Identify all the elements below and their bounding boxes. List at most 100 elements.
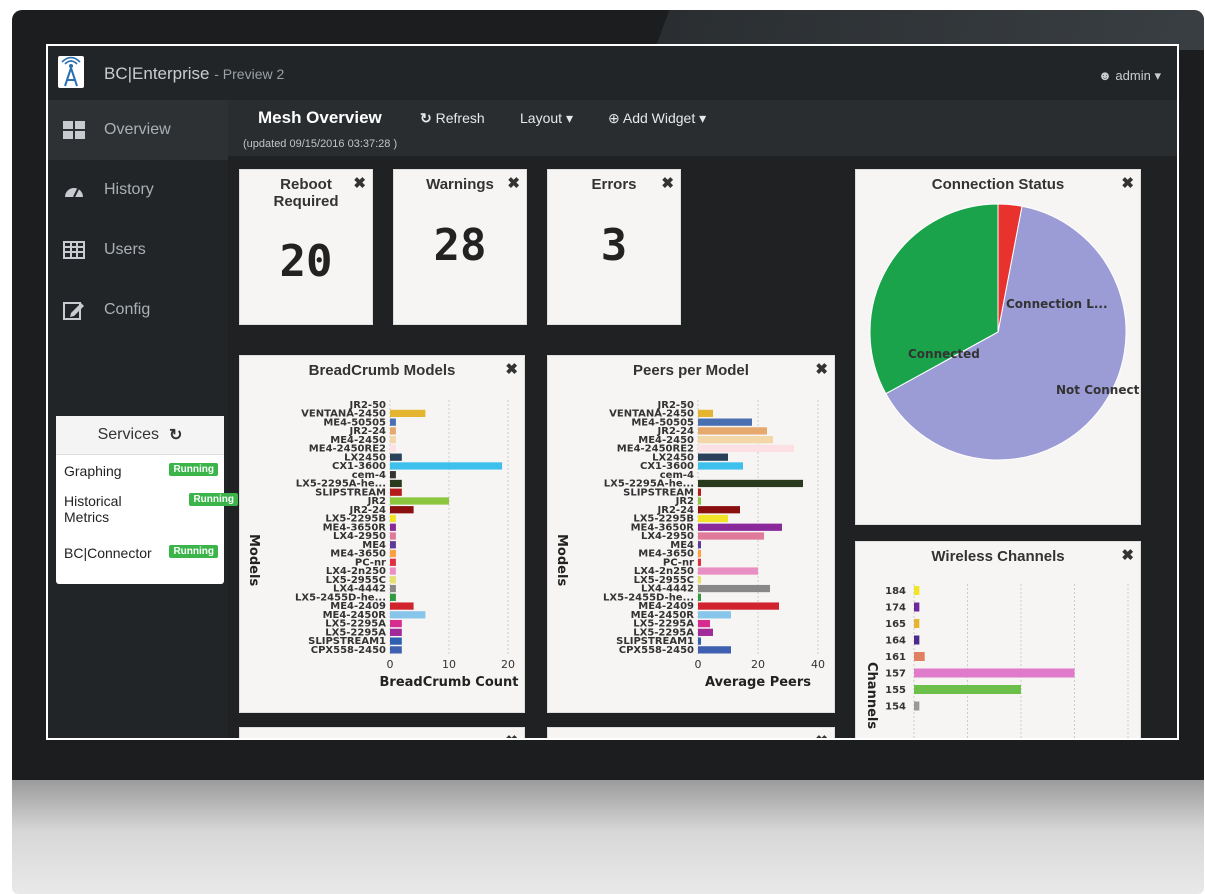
- add-widget-dropdown[interactable]: ⊕ Add Widget ▾: [608, 110, 706, 127]
- status-badge: Running: [169, 463, 218, 476]
- tick-label: 0: [387, 658, 394, 671]
- refresh-icon[interactable]: ↻: [169, 425, 182, 445]
- category-label: 157: [885, 669, 906, 680]
- close-icon[interactable]: ✖: [815, 732, 828, 738]
- bar: [390, 628, 402, 636]
- bar: [914, 619, 920, 628]
- dashboard-toolbar: Mesh Overview ↻ Refresh Layout ▾ ⊕ Add W…: [228, 100, 1177, 156]
- refresh-label: Refresh: [435, 110, 485, 126]
- bar: [390, 418, 396, 426]
- page-title: Mesh Overview: [258, 108, 382, 127]
- service-name: BC|Connector: [64, 545, 152, 561]
- bar: [698, 427, 767, 435]
- y-axis-label: Models: [554, 534, 569, 586]
- bar: [390, 488, 402, 496]
- close-icon[interactable]: ✖: [1121, 174, 1134, 192]
- app-brand[interactable]: BC|Enterprise - Preview 2: [104, 64, 284, 84]
- category-label: 165: [885, 619, 906, 630]
- bar: [390, 427, 396, 435]
- caret-down-icon: ▾: [565, 110, 573, 126]
- bar: [390, 549, 396, 558]
- category-label: CPX558-2450: [619, 645, 694, 656]
- refresh-button[interactable]: ↻ Refresh: [420, 110, 485, 127]
- sidebar-item-label: Config: [104, 301, 151, 318]
- bar: [698, 576, 701, 584]
- bar: [698, 567, 758, 575]
- gauge-icon: [62, 179, 86, 201]
- slice-label: Connection L...: [1006, 297, 1108, 311]
- bar: [914, 602, 920, 612]
- bar: [914, 701, 920, 711]
- stat-card-errors: Errors ✖ 3: [548, 170, 680, 324]
- bar: [698, 558, 701, 566]
- sidebar-item-label: Overview: [104, 121, 171, 138]
- sidebar-item-overview[interactable]: Overview: [48, 100, 228, 160]
- close-icon[interactable]: ✖: [507, 174, 520, 192]
- user-name: admin: [1115, 68, 1151, 83]
- bar: [698, 514, 728, 523]
- brand-name: BC|Enterprise: [104, 64, 210, 83]
- sidebar-item-label: Users: [104, 241, 146, 258]
- sidebar-item-config[interactable]: Config: [48, 280, 228, 340]
- widget-title: BreadCrumb Models: [308, 362, 456, 379]
- service-item: Historical Metrics Running: [56, 485, 238, 537]
- app-screen: BC|Enterprise - Preview 2 ☻ admin ▾ Over…: [46, 44, 1179, 740]
- bar: [390, 471, 396, 479]
- bar: [698, 637, 701, 645]
- bar: [698, 619, 710, 628]
- bar: [390, 462, 503, 470]
- category-label: 164: [885, 636, 906, 647]
- user-menu[interactable]: ☻ admin ▾: [1098, 68, 1161, 84]
- sidebar-item-history[interactable]: History: [48, 160, 228, 220]
- bar: [698, 532, 764, 540]
- peers-per-model-widget: Peers per Model ✖ 0 20 40 JR2-50 VENTANA-245…: [548, 356, 834, 712]
- connection-status-pie: Not Connecte... Connected Connection L...: [869, 203, 1140, 461]
- monitor-stand: [12, 780, 1204, 894]
- bar: [698, 479, 803, 488]
- bar: [390, 611, 426, 619]
- tick-label: 0: [695, 658, 702, 671]
- brand-subtitle: - Preview 2: [214, 66, 285, 82]
- bar: [390, 453, 402, 461]
- tick-label: 20: [751, 658, 765, 671]
- bar: [698, 549, 701, 558]
- category-label: 161: [885, 652, 906, 663]
- tick-label: 10: [442, 658, 456, 671]
- sidebar: Overview History Users Config Services ↻ …: [48, 100, 238, 738]
- top-navbar: BC|Enterprise - Preview 2 ☻ admin ▾: [48, 46, 1177, 101]
- y-axis-label: Channels: [864, 662, 879, 729]
- bar: [698, 593, 701, 601]
- wireless-channels-chart: 184 174 165 164 161 157 155 154 Channels: [864, 584, 1129, 738]
- category-label: 154: [885, 702, 906, 713]
- close-icon[interactable]: ✖: [661, 174, 674, 192]
- widget-partial: ✖: [240, 728, 524, 738]
- bar: [698, 506, 740, 514]
- category-label: 184: [885, 586, 906, 597]
- layout-dropdown[interactable]: Layout ▾: [520, 110, 573, 127]
- close-icon[interactable]: ✖: [505, 732, 518, 738]
- table-icon: [62, 239, 86, 261]
- stat-card-reboot: Reboot Required ✖ 20: [240, 170, 372, 324]
- service-item: BC|Connector Running: [56, 537, 224, 567]
- bar: [390, 479, 402, 488]
- x-axis-label: Average Peers: [705, 675, 811, 690]
- close-icon[interactable]: ✖: [505, 360, 518, 378]
- bar: [390, 506, 414, 514]
- close-icon[interactable]: ✖: [815, 360, 828, 378]
- sidebar-item-users[interactable]: Users: [48, 220, 228, 280]
- caret-down-icon: ▾: [1154, 68, 1161, 83]
- wireless-channels-widget: Wireless Channels ✖ 184 174 165 164 161 157 15…: [856, 542, 1140, 738]
- category-label: 174: [885, 603, 906, 614]
- bar: [698, 462, 743, 470]
- tick-label: 20: [501, 658, 515, 671]
- add-widget-label: Add Widget: [622, 110, 696, 126]
- stat-card-warnings: Warnings ✖ 28: [394, 170, 526, 324]
- bar: [390, 444, 396, 453]
- close-icon[interactable]: ✖: [1121, 546, 1134, 564]
- logo-icon[interactable]: [58, 56, 84, 88]
- bar: [698, 628, 713, 636]
- stat-value: 28: [433, 220, 487, 271]
- bar: [698, 453, 728, 461]
- widget-partial: ✖: [548, 728, 834, 738]
- close-icon[interactable]: ✖: [353, 174, 366, 192]
